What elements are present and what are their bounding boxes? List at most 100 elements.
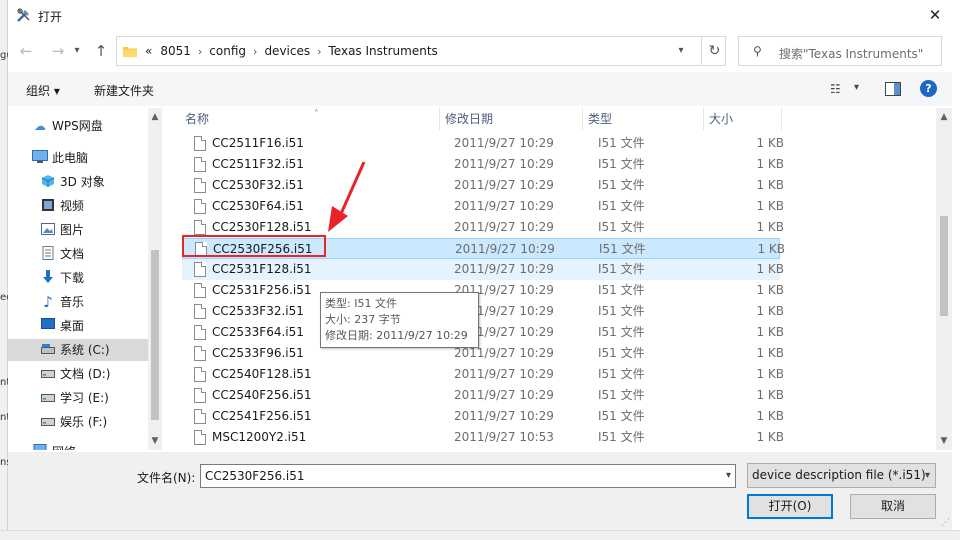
file-row[interactable]: CC2511F32.i51 2011/9/27 10:29 I51 文件 1 KB [182, 154, 784, 175]
nav-item-music[interactable]: ♪ 音乐 [40, 291, 84, 313]
window-title: 打开 [38, 10, 63, 24]
file-row[interactable]: CC2540F256.i51 2011/9/27 10:29 I51 文件 1 KB [182, 385, 784, 406]
file-row[interactable]: CC2533F64.i51 2011/9/27 10:29 I51 文件 1 KB [182, 322, 784, 343]
file-name: CC2511F32.i51 [212, 157, 304, 171]
scroll-up-icon[interactable]: ▲ [148, 110, 162, 124]
column-header-label: 名称 [185, 112, 210, 126]
background-window-edge: gu ec nt nt ns [0, 0, 13, 540]
file-type-filter[interactable]: device description file (*.i51) ▾ [747, 463, 936, 488]
breadcrumb-item[interactable]: config [209, 44, 246, 58]
column-header-label: 修改日期 [445, 112, 494, 126]
breadcrumb-item[interactable]: Texas Instruments [329, 44, 438, 58]
open-button[interactable]: 打开(O) [747, 494, 833, 519]
file-date: 2011/9/27 10:29 [454, 388, 554, 402]
resize-grip-icon[interactable]: ⋰ [941, 518, 950, 528]
file-row[interactable]: CC2533F32.i51 2011/9/27 10:29 I51 文件 1 KB [182, 301, 784, 322]
file-size: 1 KB [756, 283, 784, 297]
forward-button[interactable]: → [48, 40, 68, 62]
scrollbar-thumb[interactable] [151, 250, 159, 420]
filename-label: 文件名(N): [137, 471, 196, 485]
file-icon [194, 388, 206, 403]
nav-item-label: 网络 [52, 441, 76, 450]
nav-item-drive-f[interactable]: 娱乐 (F:) [40, 411, 107, 433]
search-input[interactable]: ⚲ 搜索"Texas Instruments" [738, 36, 942, 66]
address-history-dropdown[interactable]: ▾ [673, 43, 689, 59]
back-button[interactable]: ← [16, 40, 36, 62]
scroll-down-icon[interactable]: ▼ [937, 434, 951, 448]
file-name: CC2531F256.i51 [212, 283, 312, 297]
file-name: CC2541F256.i51 [212, 409, 312, 423]
nav-item-desktop[interactable]: 桌面 [40, 315, 84, 337]
recent-locations-button[interactable]: ▾ [70, 40, 84, 62]
new-folder-button[interactable]: 新建文件夹 [94, 82, 154, 99]
chevron-down-icon: ▾ [74, 45, 80, 56]
breadcrumb-overflow[interactable]: « [145, 44, 152, 58]
file-list: 名称 ˄ 修改日期 类型 大小 CC2511F16.i51 2011/9/27 1… [180, 108, 936, 450]
scrollbar-thumb[interactable] [940, 216, 948, 316]
nav-item-drive-e[interactable]: 学习 (E:) [40, 387, 109, 409]
chevron-down-icon[interactable]: ▾ [726, 465, 731, 487]
column-header-date[interactable]: 修改日期 [440, 108, 583, 130]
nav-item-network[interactable]: 网络 [32, 441, 76, 450]
chevron-down-icon[interactable]: ▾ [854, 82, 859, 93]
nav-item-documents[interactable]: 文档 [40, 243, 84, 265]
close-button[interactable]: ✕ [922, 4, 948, 26]
file-row[interactable]: CC2531F128.i51 2011/9/27 10:29 I51 文件 1 KB [182, 259, 784, 280]
file-row[interactable]: CC2530F64.i51 2011/9/27 10:29 I51 文件 1 KB [182, 196, 784, 217]
file-row[interactable]: CC2511F16.i51 2011/9/27 10:29 I51 文件 1 KB [182, 133, 784, 154]
file-list-scrollbar[interactable]: ▲ ▼ [936, 108, 952, 450]
file-icon [194, 409, 206, 424]
search-icon: ⚲ [753, 44, 762, 58]
nav-item-drive-d[interactable]: 文档 (D:) [40, 363, 110, 385]
breadcrumb-item[interactable]: devices [264, 44, 310, 58]
column-header-name[interactable]: 名称 ˄ [180, 108, 440, 130]
file-name: CC2533F96.i51 [212, 346, 304, 360]
nav-pane-scrollbar[interactable]: ▲ ▼ [148, 108, 162, 450]
nav-item-label: 文档 (D:) [60, 367, 111, 381]
help-icon[interactable]: ? [920, 80, 937, 97]
file-name: CC2533F64.i51 [212, 325, 304, 339]
file-size: 1 KB [756, 136, 784, 150]
file-type: I51 文件 [598, 220, 645, 234]
network-icon [32, 444, 48, 450]
file-row[interactable]: CC2541F256.i51 2011/9/27 10:29 I51 文件 1 KB [182, 406, 784, 427]
file-type: I51 文件 [598, 346, 645, 360]
up-button[interactable]: ↑ [91, 40, 111, 62]
breadcrumb-item[interactable]: 8051 [160, 44, 191, 58]
view-options-icon[interactable]: ☷ [830, 82, 841, 96]
nav-item-videos[interactable]: 视频 [40, 195, 84, 217]
nav-item-drive-c[interactable]: 系统 (C:) [8, 339, 148, 361]
file-row[interactable]: MSC1200Y2.i51 2011/9/27 10:53 I51 文件 1 KB [182, 427, 784, 448]
file-type: I51 文件 [598, 304, 645, 318]
scroll-down-icon[interactable]: ▼ [148, 434, 162, 448]
nav-item-this-pc[interactable]: 此电脑 [32, 147, 88, 169]
address-bar[interactable]: « 8051 › config › devices › Texas Instru… [116, 36, 726, 66]
cancel-button[interactable]: 取消 [850, 494, 936, 519]
file-icon [194, 304, 206, 319]
app-tools-icon [17, 8, 30, 22]
preview-pane-icon[interactable] [885, 82, 901, 96]
nav-item-wps-cloud[interactable]: ☁ WPS网盘 [32, 115, 103, 137]
nav-item-3d-objects[interactable]: 3D 对象 [40, 171, 105, 193]
file-name: CC2533F32.i51 [212, 304, 304, 318]
file-row[interactable]: CC2530F32.i51 2011/9/27 10:29 I51 文件 1 KB [182, 175, 784, 196]
tooltip-size: 大小: 237 字节 [325, 313, 401, 326]
file-row[interactable]: CC2531F256.i51 2011/9/27 10:29 I51 文件 1 KB [182, 280, 784, 301]
chevron-right-icon[interactable]: › [253, 45, 257, 58]
file-row[interactable]: CC2533F96.i51 2011/9/27 10:29 I51 文件 1 KB [182, 343, 784, 364]
column-header-type[interactable]: 类型 [583, 108, 704, 130]
nav-item-pictures[interactable]: 图片 [40, 219, 84, 241]
annotation-highlight-box [182, 235, 326, 257]
filename-input[interactable]: CC2530F256.i51 ▾ [200, 464, 736, 488]
drive-icon [40, 390, 56, 406]
command-bar: 组织 ▾ 新建文件夹 ☷ ▾ ? [8, 72, 952, 106]
chevron-right-icon[interactable]: › [317, 45, 321, 58]
tooltip-date: 修改日期: 2011/9/27 10:29 [325, 329, 468, 342]
nav-item-downloads[interactable]: 下载 [40, 267, 84, 289]
refresh-button[interactable]: ↻ [701, 37, 727, 65]
column-header-size[interactable]: 大小 [704, 108, 782, 130]
scroll-up-icon[interactable]: ▲ [937, 110, 951, 124]
file-row[interactable]: CC2540F128.i51 2011/9/27 10:29 I51 文件 1 KB [182, 364, 784, 385]
organize-button[interactable]: 组织 ▾ [26, 82, 60, 99]
chevron-right-icon[interactable]: › [198, 45, 202, 58]
